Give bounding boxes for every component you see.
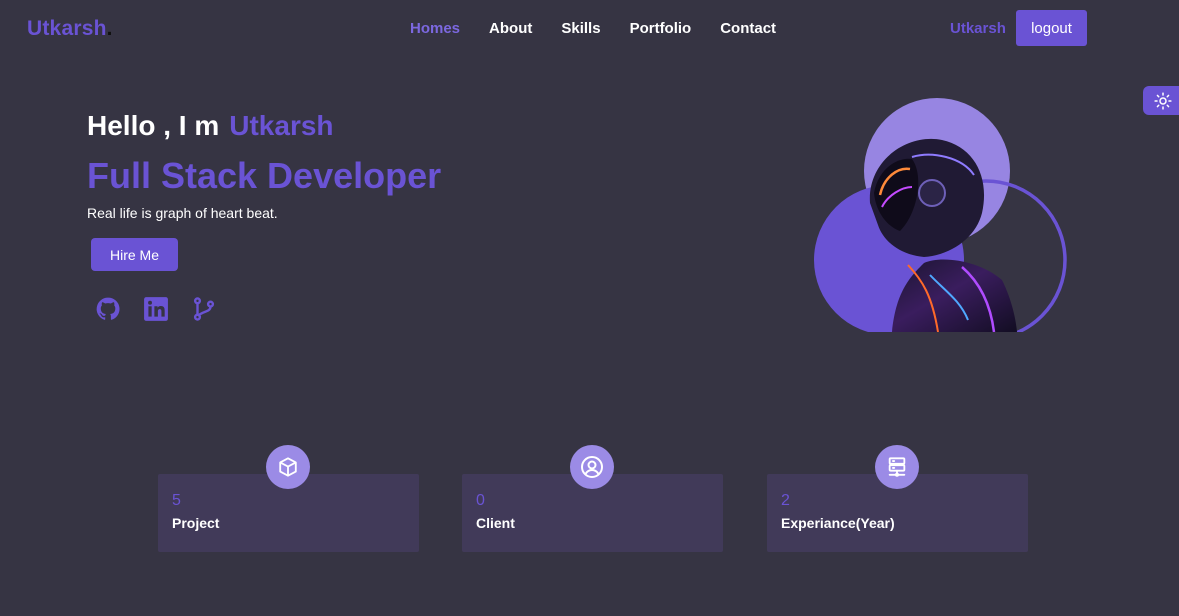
hero-tagline: Real life is graph of heart beat. (87, 205, 278, 221)
linkedin-icon[interactable] (143, 296, 169, 322)
github-icon[interactable] (95, 296, 121, 322)
user-circle-icon (581, 456, 603, 478)
stat-count: 5 (172, 492, 181, 509)
main-nav: Homes About Skills Portfolio Contact (410, 20, 805, 37)
brand-dot: . (106, 17, 113, 40)
hero-role: Full Stack Developer (87, 155, 442, 196)
cube-icon (279, 457, 297, 477)
sun-icon (1154, 91, 1172, 110)
stat-label: Experiance(Year) (781, 515, 895, 531)
stat-card-client: 0 Client (462, 445, 723, 552)
stat-card-project: 5 Project (158, 445, 419, 552)
nav-item-skills[interactable]: Skills (561, 20, 600, 37)
stat-badge (570, 445, 614, 489)
nav-item-portfolio[interactable]: Portfolio (630, 20, 692, 37)
nav-item-homes[interactable]: Homes (410, 20, 460, 37)
brand-logo[interactable]: Utkarsh. (27, 17, 113, 41)
hero-greeting-text: Hello , I m (87, 110, 220, 141)
hero-name: Utkarsh (229, 110, 334, 141)
stat-badge (266, 445, 310, 489)
stat-label: Project (172, 515, 220, 531)
nav-item-contact[interactable]: Contact (720, 20, 776, 37)
hero-greeting: Hello , I m Utkarsh (87, 110, 334, 142)
logout-button[interactable]: logout (1016, 10, 1087, 46)
stat-label: Client (476, 515, 515, 531)
hero-illustration (814, 98, 1067, 332)
social-links (95, 296, 217, 322)
theme-toggle-button[interactable] (1143, 86, 1179, 115)
stat-card-experience: 2 Experiance(Year) (767, 445, 1028, 552)
git-branch-icon[interactable] (191, 296, 217, 322)
nav-item-about[interactable]: About (489, 20, 532, 37)
hire-me-button[interactable]: Hire Me (91, 238, 178, 271)
brand-name: Utkarsh (27, 17, 107, 40)
stat-count: 2 (781, 492, 790, 509)
stat-badge (875, 445, 919, 489)
server-icon (888, 457, 906, 477)
user-name[interactable]: Utkarsh (950, 20, 1006, 37)
stat-count: 0 (476, 492, 485, 509)
